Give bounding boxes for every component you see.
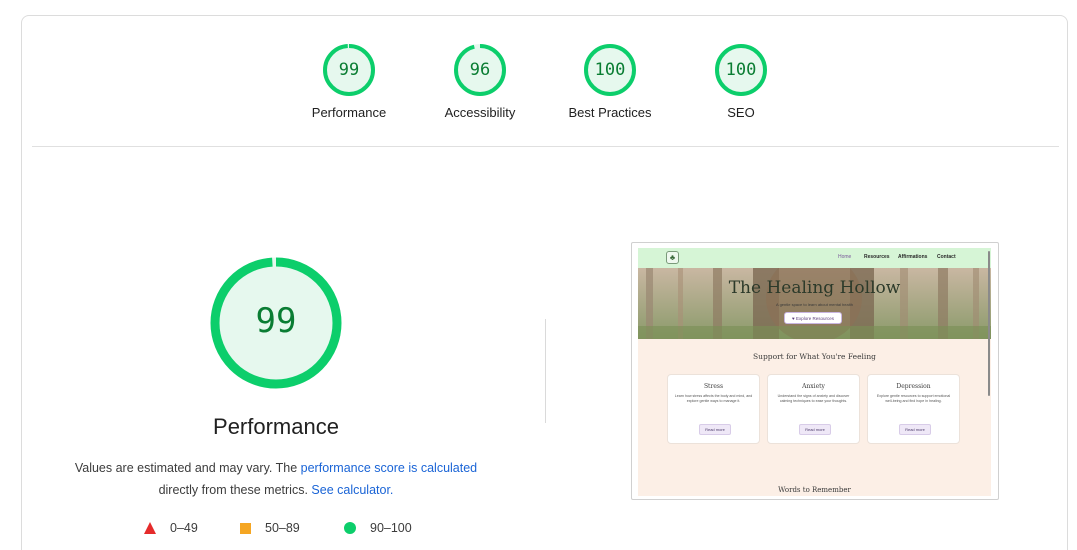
desc-text: Values are estimated and may vary. The: [74, 461, 301, 475]
thumb-card-anxiety: Anxiety Understand the signs of anxiety …: [767, 374, 860, 444]
performance-description: Values are estimated and may vary. The p…: [62, 457, 490, 501]
divider-vertical: [545, 319, 546, 423]
thumb-nav-item: Resources: [864, 254, 890, 260]
gauge-label: SEO: [727, 105, 755, 120]
gauge-label: Accessibility: [444, 105, 516, 120]
circle-icon: [344, 522, 356, 534]
thumb-nav-item: Affirmations: [898, 254, 928, 260]
performance-score-large: 99: [255, 301, 297, 341]
see-calculator-link[interactable]: See calculator.: [311, 483, 393, 497]
legend-range: 0–49: [170, 521, 198, 535]
divider: [32, 146, 1059, 147]
thumb-card-button: Read more: [799, 424, 831, 435]
score-calculated-link[interactable]: performance score is calculated: [301, 461, 477, 475]
legend-item-average: 50–89: [240, 521, 300, 535]
legend-item-fail: 0–49: [144, 521, 198, 535]
gauge-score: 100: [725, 60, 757, 80]
screenshot-page: ♣ Home Resources Affirmations Contact Th…: [638, 248, 991, 496]
thumb-explore-button: ♥ Explore Resources: [784, 312, 842, 324]
score-legend: 0–49 50–89 90–100: [140, 521, 440, 537]
thumb-card-title: Depression: [896, 383, 931, 390]
gauge-score: 100: [594, 60, 626, 80]
thumb-hero: The Healing Hollow A gentle space to lea…: [638, 268, 991, 339]
thumb-hero-subtitle: A gentle space to learn about mental hea…: [776, 302, 853, 307]
gauge-score: 96: [469, 60, 491, 80]
thumb-card-depression: Depression Explore gentle resources to s…: [867, 374, 960, 444]
report-card: 99 Performance 96 Accessibility 100 Best…: [21, 15, 1068, 550]
thumb-card-button: Read more: [699, 424, 731, 435]
legend-range: 90–100: [370, 521, 412, 535]
gauge-label: Best Practices: [568, 105, 652, 120]
gauge-seo[interactable]: 100 SEO: [691, 43, 791, 120]
legend-item-pass: 90–100: [344, 521, 412, 535]
gauge-accessibility[interactable]: 96 Accessibility: [430, 43, 530, 120]
legend-range: 50–89: [265, 521, 300, 535]
performance-title: Performance: [213, 414, 339, 439]
thumb-card-body: Explore gentle resources to support emot…: [876, 394, 951, 403]
thumb-card-body: Understand the signs of anxiety and disc…: [777, 394, 850, 403]
thumb-section-title: Support for What You're Feeling: [753, 352, 876, 361]
gauge-performance[interactable]: 99 Performance: [299, 43, 399, 120]
gauge-best-practices[interactable]: 100 Best Practices: [560, 43, 660, 120]
thumb-scrollbar: [988, 251, 990, 396]
final-screenshot[interactable]: ♣ Home Resources Affirmations Contact Th…: [631, 242, 999, 500]
thumb-footer-title: Words to Remember: [778, 486, 851, 494]
desc-text: directly from these metrics.: [158, 483, 312, 497]
gauge-score: 99: [338, 60, 360, 80]
thumb-card-title: Stress: [703, 383, 724, 390]
triangle-icon: [144, 522, 156, 534]
thumb-card-button: Read more: [899, 424, 931, 435]
thumb-nav-item: Contact: [937, 254, 956, 260]
thumb-card-title: Anxiety: [802, 383, 825, 390]
thumb-card-stress: Stress Learn how stress affects the body…: [667, 374, 760, 444]
tree-icon: ♣: [666, 251, 679, 264]
thumb-nav-item: Home: [838, 254, 852, 260]
gauge-label: Performance: [311, 105, 387, 120]
thumb-navbar: ♣ Home Resources Affirmations Contact: [638, 248, 991, 268]
thumb-card-body: Learn how stress affects the body and mi…: [674, 394, 753, 403]
thumb-hero-title: The Healing Hollow: [728, 278, 901, 298]
square-icon: [240, 522, 251, 534]
